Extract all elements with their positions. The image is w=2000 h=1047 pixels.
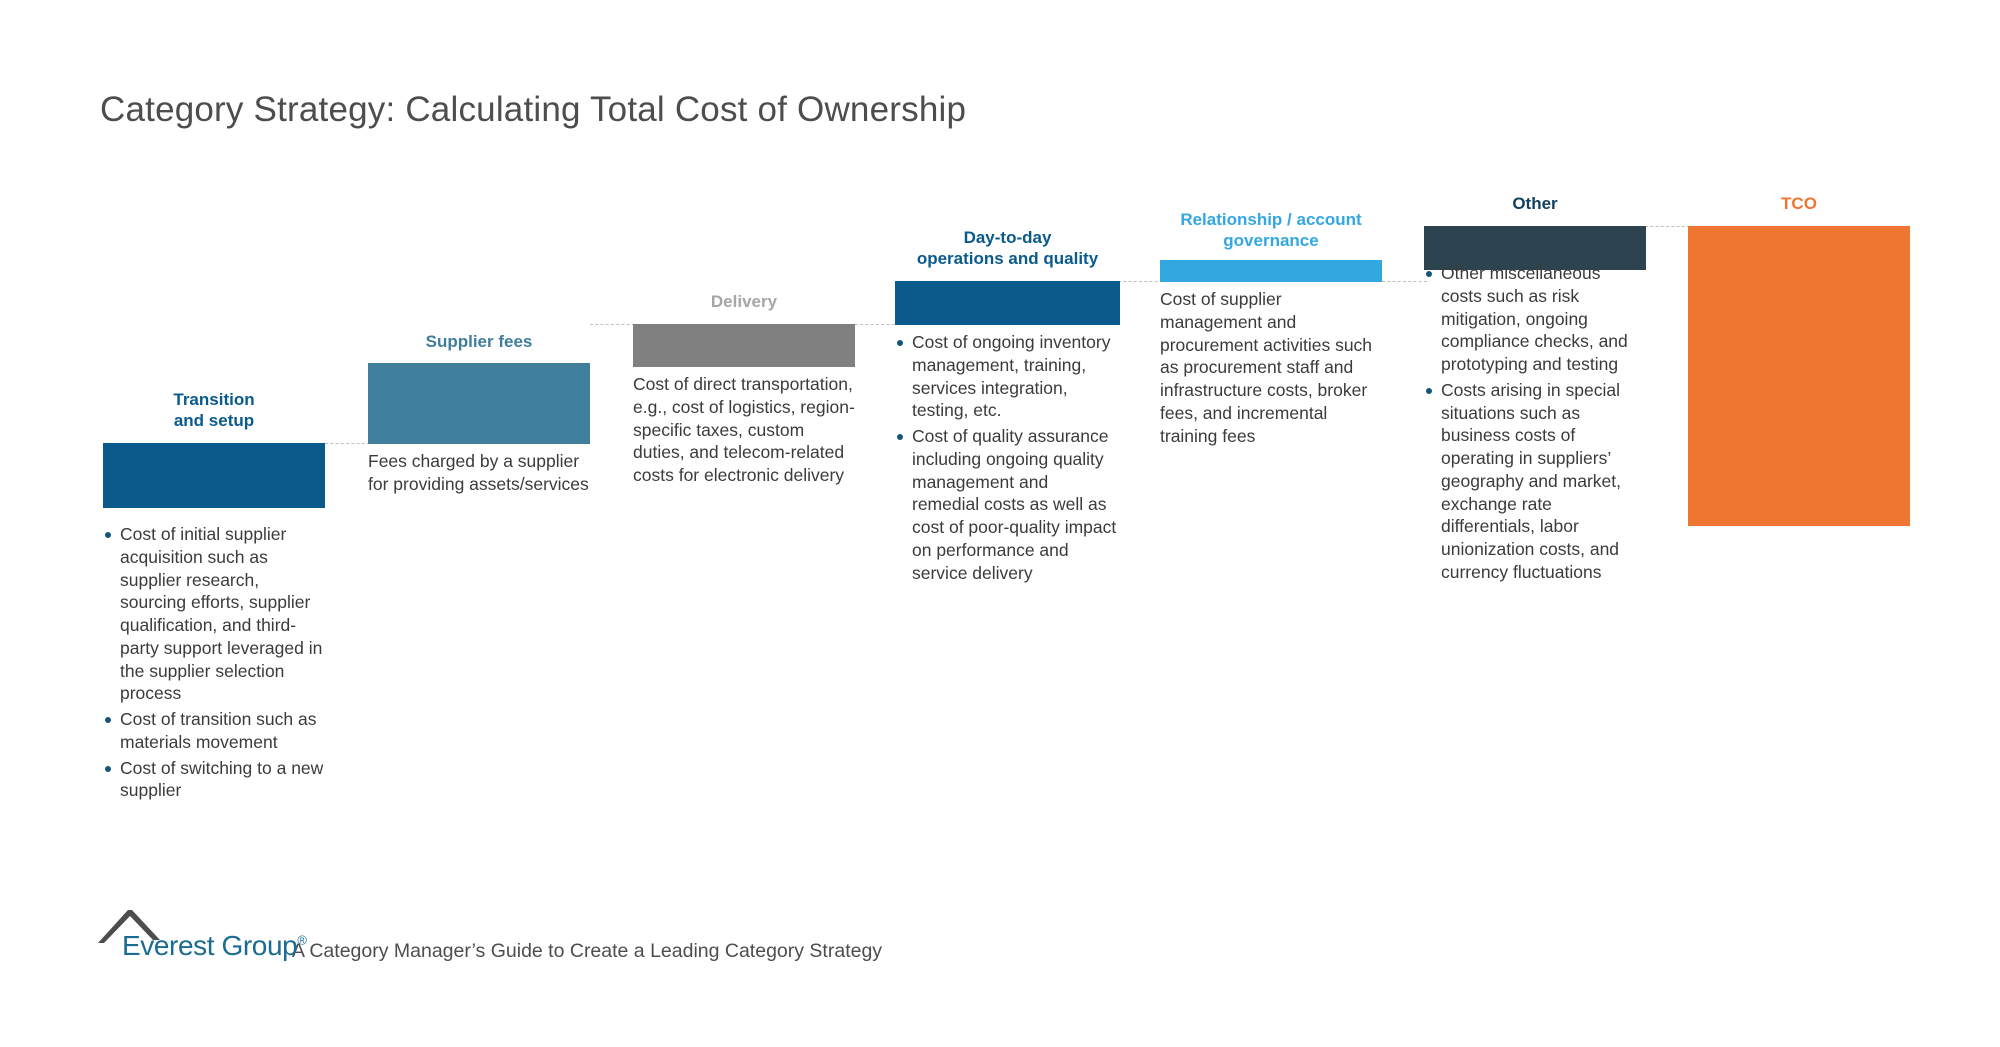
bar-transition-and-setup xyxy=(103,443,325,508)
list-item: Cost of switching to a new supplier xyxy=(103,757,325,803)
column-label-transition-and-setup: Transition and setup xyxy=(103,390,325,431)
bar-tco xyxy=(1688,226,1910,526)
list-item: Cost of initial supplier acquisition suc… xyxy=(103,523,325,705)
body-paragraph: Fees charged by a supplier for providing… xyxy=(368,451,589,494)
column-label-line-2: and setup xyxy=(173,410,255,430)
column-label-line-1: Transition xyxy=(173,390,255,409)
column-label-delivery: Delivery xyxy=(633,292,855,313)
waterfall-column-delivery: Delivery Cost of direct transportation, … xyxy=(633,0,855,900)
bar-day-to-day-operations-and-quality xyxy=(895,281,1120,325)
waterfall-column-relationship-account-governance: Relationship / account governance Cost o… xyxy=(1160,0,1382,900)
connector-governance-to-other xyxy=(1382,281,1427,282)
connector-supplier-to-delivery xyxy=(590,324,635,325)
column-label-line-1: TCO xyxy=(1781,194,1817,213)
column-label-line-1: Delivery xyxy=(710,292,778,311)
list-item: Cost of quality assurance including ongo… xyxy=(895,425,1120,584)
bar-relationship-account-governance xyxy=(1160,260,1382,282)
list-item: Cost of ongoing inventory management, tr… xyxy=(895,331,1120,422)
column-label-day-to-day-operations-and-quality: Day-to-day operations and quality xyxy=(895,228,1120,269)
bar-supplier-fees xyxy=(368,363,590,444)
column-body-day-to-day-operations-and-quality: Cost of ongoing inventory management, tr… xyxy=(895,331,1120,584)
waterfall-column-transition-and-setup: Transition and setup Cost of initial sup… xyxy=(103,0,325,900)
footer: Everest Group® A Category Manager’s Guid… xyxy=(98,908,882,968)
footer-tagline: A Category Manager’s Guide to Create a L… xyxy=(292,940,883,962)
everest-group-logo: Everest Group® xyxy=(98,910,307,968)
column-label-line-2: governance xyxy=(1223,230,1319,250)
column-label-line-2: operations and quality xyxy=(916,248,1099,268)
body-paragraph: Cost of direct transportation, e.g., cos… xyxy=(633,374,855,485)
column-label-tco: TCO xyxy=(1688,194,1910,215)
list-item: Other miscellaneous costs such as risk m… xyxy=(1424,262,1646,376)
column-label-line-1: Day-to-day xyxy=(963,228,1052,247)
column-label-other: Other xyxy=(1424,194,1646,215)
waterfall-column-supplier-fees: Supplier fees Fees charged by a supplier… xyxy=(368,0,590,900)
tco-waterfall-chart: Transition and setup Cost of initial sup… xyxy=(0,0,2000,900)
column-label-line-1: Relationship / account xyxy=(1180,210,1362,229)
bullet-list: Cost of initial supplier acquisition suc… xyxy=(103,523,325,802)
body-paragraph: Cost of supplier management and procurem… xyxy=(1160,289,1373,446)
connector-delivery-to-operations xyxy=(855,324,900,325)
waterfall-column-other: Other Other miscellaneous costs such as … xyxy=(1424,0,1646,900)
waterfall-column-tco: TCO xyxy=(1688,0,1910,900)
connector-transition-to-supplier xyxy=(325,443,370,444)
column-label-line-1: Supplier fees xyxy=(425,332,533,351)
logo-wordmark-text: Everest Group xyxy=(122,930,298,961)
bullet-list: Other miscellaneous costs such as risk m… xyxy=(1424,262,1646,584)
column-body-other: Other miscellaneous costs such as risk m… xyxy=(1424,262,1646,584)
list-item: Costs arising in special situations such… xyxy=(1424,379,1646,584)
logo-wordmark: Everest Group® xyxy=(122,930,307,962)
bullet-list: Cost of ongoing inventory management, tr… xyxy=(895,331,1120,584)
column-label-line-1: Other xyxy=(1512,194,1558,213)
connector-other-to-tco xyxy=(1645,226,1690,227)
waterfall-column-day-to-day-operations-and-quality: Day-to-day operations and quality Cost o… xyxy=(895,0,1120,900)
column-body-transition-and-setup: Cost of initial supplier acquisition suc… xyxy=(103,523,325,802)
registered-trademark-icon: ® xyxy=(297,932,307,948)
list-item: Cost of transition such as materials mov… xyxy=(103,708,325,754)
column-label-supplier-fees: Supplier fees xyxy=(368,332,590,353)
column-body-delivery: Cost of direct transportation, e.g., cos… xyxy=(633,373,855,487)
column-label-relationship-account-governance: Relationship / account governance xyxy=(1160,210,1382,251)
column-body-supplier-fees: Fees charged by a supplier for providing… xyxy=(368,450,590,496)
connector-operations-to-governance xyxy=(1118,281,1163,282)
column-body-relationship-account-governance: Cost of supplier management and procurem… xyxy=(1160,288,1382,447)
bar-delivery xyxy=(633,324,855,367)
